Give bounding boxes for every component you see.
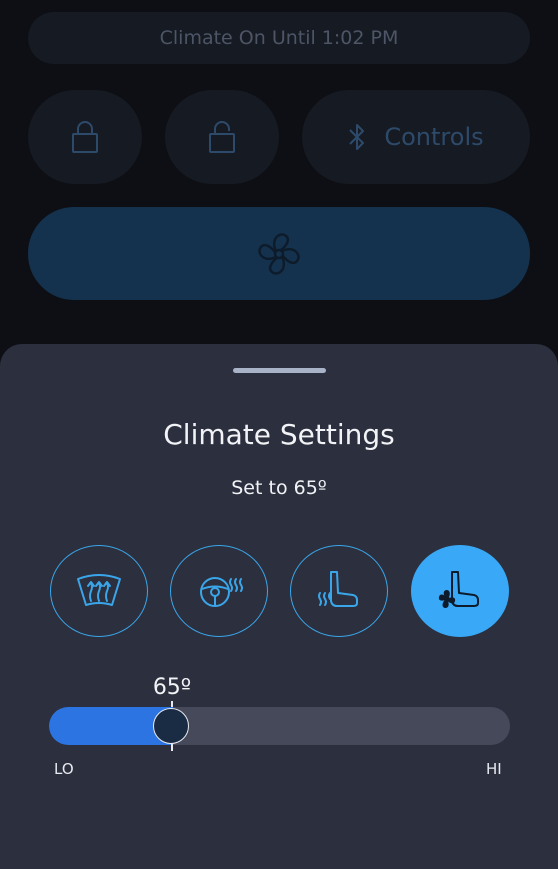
- defrost-button[interactable]: [50, 545, 148, 637]
- slider-min-label: LO: [54, 760, 74, 778]
- sheet-subtitle: Set to 65º: [231, 477, 327, 499]
- slider-max-label: HI: [486, 760, 502, 778]
- heated-seat-button[interactable]: [290, 545, 388, 637]
- ventilated-seat-button[interactable]: [411, 545, 509, 637]
- heated-steering-wheel-button[interactable]: [170, 545, 268, 637]
- unlock-button[interactable]: [165, 90, 279, 184]
- windshield-defrost-icon: [77, 574, 121, 606]
- temperature-value-label: 65º: [152, 675, 192, 700]
- fan-icon: [258, 232, 300, 275]
- temperature-slider-track[interactable]: [49, 707, 510, 745]
- climate-status-pill: Climate On Until 1:02 PM: [28, 12, 530, 64]
- phone-screen: Climate On Until 1:02 PM Controls Climat…: [0, 0, 558, 869]
- controls-label: Controls: [384, 123, 484, 151]
- sheet-drag-handle[interactable]: [233, 368, 326, 373]
- climate-settings-sheet: Climate Settings Set to 65º 65º LO HI: [0, 344, 558, 869]
- lock-button[interactable]: [28, 90, 142, 184]
- unlock-icon: [209, 121, 235, 153]
- temperature-slider-thumb[interactable]: [153, 708, 189, 744]
- lock-icon: [72, 121, 98, 153]
- bluetooth-icon: [349, 124, 365, 150]
- climate-fan-button[interactable]: [28, 207, 530, 300]
- heated-steering-wheel-icon: [200, 577, 243, 607]
- climate-status-text: Climate On Until 1:02 PM: [159, 27, 399, 49]
- ventilated-seat-icon: [438, 571, 479, 608]
- heated-seat-icon: [318, 571, 358, 607]
- sheet-title: Climate Settings: [163, 418, 395, 451]
- controls-button[interactable]: Controls: [302, 90, 530, 184]
